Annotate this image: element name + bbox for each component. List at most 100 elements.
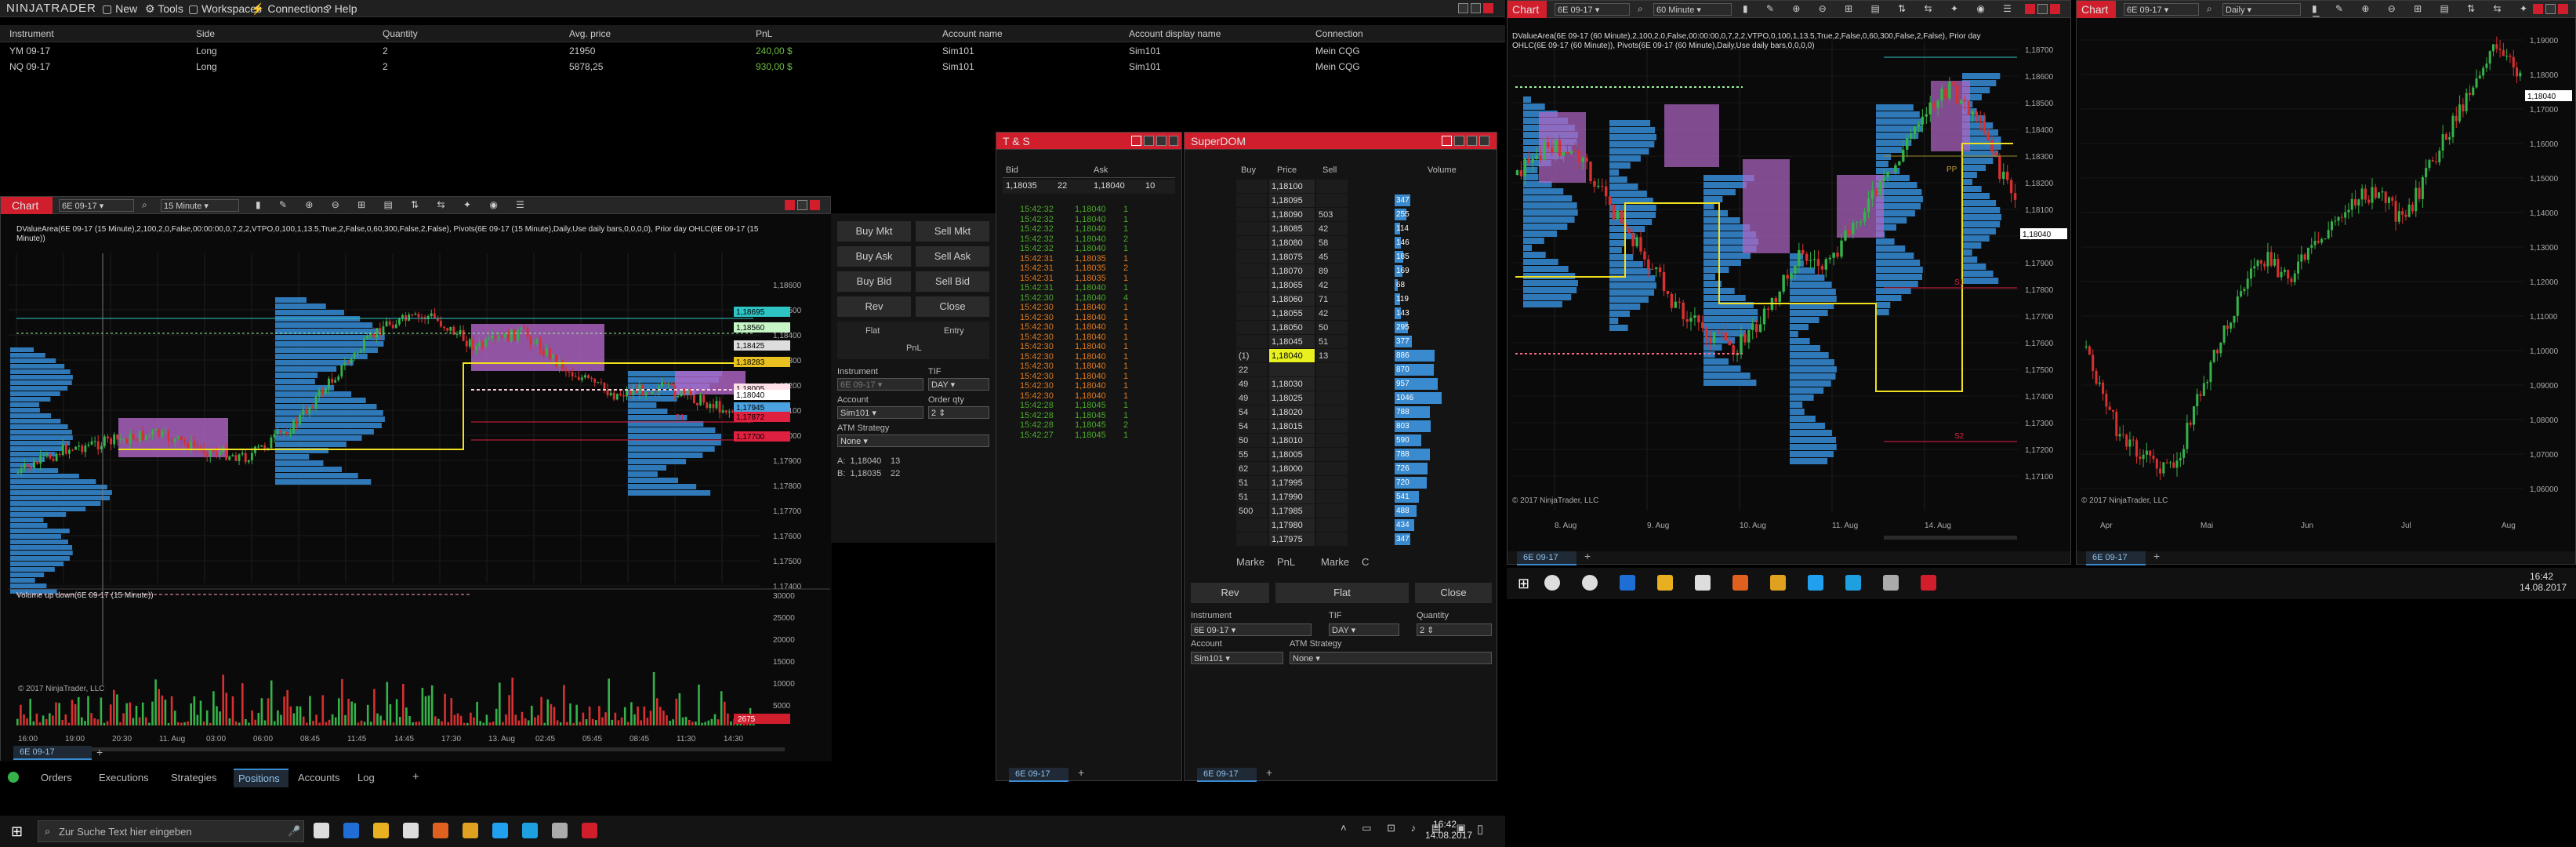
dom-price-cell[interactable]: 1,18060 <box>1269 293 1315 306</box>
ninjatrader-icon[interactable] <box>582 823 597 838</box>
dom-row[interactable]: 49 1,18025 1046 <box>1236 391 1495 405</box>
dom-buy-cell[interactable] <box>1236 194 1268 207</box>
dom-price-cell[interactable]: 1,18005 <box>1269 448 1315 461</box>
dom-sell-cell[interactable] <box>1316 533 1348 546</box>
dom-sell-cell[interactable] <box>1316 490 1348 503</box>
dom-qty-stepper[interactable]: 2 ⇕ <box>1417 623 1492 636</box>
close-position-button[interactable]: Close <box>916 296 989 317</box>
dom-row[interactable]: 1,18100 <box>1236 180 1495 194</box>
dom-row[interactable]: 1,18095 347 <box>1236 194 1495 208</box>
app-icon[interactable] <box>492 823 508 838</box>
dom-price-cell[interactable]: 1,18090 <box>1269 208 1315 221</box>
market-sell-button[interactable]: Marke <box>1321 556 1349 568</box>
dom-buy-cell[interactable] <box>1236 180 1268 193</box>
firefox-icon[interactable] <box>433 823 448 838</box>
menu-connections[interactable]: ⚡ Connections <box>251 2 328 16</box>
dom-row[interactable]: 1,17975 347 <box>1236 533 1495 547</box>
menu-tools[interactable]: ⚙ Tools <box>145 2 183 16</box>
dom-tab[interactable]: 6E 09-17 <box>1197 768 1257 782</box>
dom-price-cell[interactable]: 1,18025 <box>1269 391 1315 405</box>
clock-right[interactable]: 16:42 14.08.2017 <box>2520 571 2567 593</box>
dom-reverse-button[interactable]: Rev <box>1191 583 1269 603</box>
dom-buy-cell[interactable]: 62 <box>1236 462 1268 475</box>
tab-positions-active[interactable]: Positions <box>234 769 288 787</box>
firefox-icon[interactable] <box>1732 575 1748 591</box>
dom-row[interactable]: 49 1,18030 957 <box>1236 377 1495 391</box>
dom-sell-cell[interactable] <box>1316 391 1348 405</box>
tab-executions[interactable]: Executions <box>99 772 149 783</box>
store-icon[interactable] <box>1695 575 1711 591</box>
dom-instrument-select[interactable]: 6E 09-17 ▾ <box>1191 623 1312 636</box>
add-tab-icon[interactable]: + <box>96 746 103 758</box>
dom-price-cell[interactable]: 1,17990 <box>1269 490 1315 503</box>
chart2-instrument-selector[interactable]: 6E 09-17 ▾ <box>1555 3 1630 16</box>
tab-log[interactable]: Log <box>357 772 375 783</box>
dom-c-button[interactable]: C <box>1362 556 1369 568</box>
dom-buy-cell[interactable] <box>1236 518 1268 532</box>
dom-buy-cell[interactable]: 55 <box>1236 448 1268 461</box>
chrome-icon[interactable] <box>463 823 478 838</box>
dom-row[interactable]: 1,18055 42 143 <box>1236 307 1495 321</box>
dom-price-cell[interactable]: 1,18080 <box>1269 236 1315 249</box>
close-icon[interactable] <box>2558 4 2568 14</box>
dom-buy-cell[interactable]: 49 <box>1236 391 1268 405</box>
dom-buy-cell[interactable] <box>1236 278 1268 292</box>
dom-buy-cell[interactable] <box>1236 321 1268 334</box>
dom-row[interactable]: 500 1,17985 488 <box>1236 504 1495 518</box>
interval-selector[interactable]: 15 Minute ▾ <box>161 199 239 212</box>
dom-row[interactable]: 1,18065 42 68 <box>1236 278 1495 293</box>
dom-price-cell[interactable]: 1,18095 <box>1269 194 1315 207</box>
dom-buy-cell[interactable]: (1) <box>1236 349 1268 362</box>
task-view-icon[interactable] <box>1582 575 1598 591</box>
dom-price-cell[interactable]: 1,18020 <box>1269 405 1315 419</box>
dom-price-cell[interactable]: 1,18055 <box>1269 307 1315 320</box>
dom-row[interactable]: 1,18070 89 169 <box>1236 264 1495 278</box>
col-side[interactable]: Side <box>196 28 215 39</box>
add-tab-icon[interactable]: + <box>1584 550 1591 562</box>
close-icon[interactable] <box>785 200 795 210</box>
dom-row[interactable]: 50 1,18010 590 <box>1236 434 1495 448</box>
ts-tab[interactable]: 6E 09-17 <box>1009 768 1068 782</box>
dom-account-select[interactable]: Sim101 ▾ <box>1191 652 1283 664</box>
dom-row[interactable]: 54 1,18015 803 <box>1236 420 1495 434</box>
dom-sell-cell[interactable]: 42 <box>1316 222 1348 235</box>
maximize-icon[interactable] <box>1467 136 1477 146</box>
dom-sell-cell[interactable]: 42 <box>1316 278 1348 292</box>
dom-sell-cell[interactable]: 89 <box>1316 264 1348 278</box>
cortana-icon[interactable] <box>1544 575 1560 591</box>
dom-buy-cell[interactable]: 22 <box>1236 363 1268 376</box>
dom-buy-cell[interactable] <box>1236 533 1268 546</box>
windows-start-icon[interactable]: ⊞ <box>11 823 23 840</box>
skype-icon[interactable] <box>522 823 538 838</box>
drawing-tools-icons[interactable]: ▮ ✎ ⊕ ⊖ ⊞ ▤ ⇅ ⇆ ✦ ◉ ☰ <box>1743 3 2019 14</box>
menu-new[interactable]: ▢ New <box>102 2 137 16</box>
chart-60min-plot[interactable]: 1,18700 1,18600 1,18500 1,18400 1,18300 1,182… <box>1508 18 2070 551</box>
dom-sell-cell[interactable] <box>1316 194 1348 207</box>
dom-buy-cell[interactable]: 51 <box>1236 490 1268 503</box>
table-row[interactable]: YM 09-17 Long 2 21950 240,00 $ Sim101 Si… <box>0 45 1505 61</box>
close-icon[interactable] <box>1131 136 1141 146</box>
col-connection[interactable]: Connection <box>1315 28 1363 39</box>
col-account-display-name[interactable]: Account display name <box>1129 28 1221 39</box>
add-tab-icon[interactable]: + <box>1078 766 1084 779</box>
dom-price-cell[interactable]: 1,18050 <box>1269 321 1315 334</box>
close-icon[interactable] <box>1442 136 1452 146</box>
notification-icon[interactable]: ▯ <box>1477 822 1483 836</box>
col-instrument[interactable]: Instrument <box>9 28 54 39</box>
dom-price-cell[interactable]: 1,18040 <box>1269 349 1315 362</box>
close-icon[interactable] <box>2025 4 2035 14</box>
minimize-icon[interactable] <box>1458 3 1468 13</box>
chart3-interval-selector[interactable]: Daily ▾ <box>2222 3 2301 16</box>
chart3-tab[interactable]: 6E 09-17 <box>2086 551 2146 565</box>
account-select[interactable]: Sim101 ▾ <box>837 406 923 419</box>
dom-sell-cell[interactable]: 503 <box>1316 208 1348 221</box>
menu-help[interactable]: ? Help <box>325 2 357 15</box>
dom-price-cell[interactable]: 1,18085 <box>1269 222 1315 235</box>
tif-select[interactable]: DAY ▾ <box>928 378 989 391</box>
atm-strategy-select[interactable]: None ▾ <box>837 434 989 447</box>
restore-icon[interactable] <box>1144 136 1154 146</box>
dom-buy-cell[interactable]: 54 <box>1236 420 1268 433</box>
dom-row[interactable]: 1,18080 58 146 <box>1236 236 1495 250</box>
restore-icon[interactable] <box>1454 136 1464 146</box>
search-icon[interactable]: ⌕ <box>142 199 147 211</box>
